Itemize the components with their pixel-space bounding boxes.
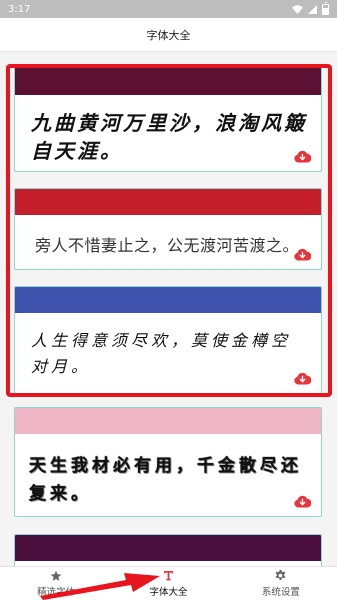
font-card[interactable] (14, 534, 322, 566)
tab-featured-fonts[interactable]: 精选字体 (0, 567, 112, 600)
tab-system-settings[interactable]: 系统设置 (225, 567, 337, 600)
tab-all-fonts[interactable]: 字体大全 (112, 567, 224, 600)
font-preview-text: 天生我材必有用，千金散尽还复来。 (29, 456, 302, 504)
bottom-tab-bar: 精选字体 字体大全 系统设置 (0, 566, 337, 600)
battery-icon (322, 1, 329, 15)
font-card[interactable]: 天生我材必有用，千金散尽还复来。 (14, 407, 322, 517)
page-title: 字体大全 (146, 28, 191, 42)
highlight-annotation-box (6, 64, 332, 397)
app-header: 字体大全 (0, 18, 337, 52)
star-icon (50, 569, 62, 582)
cloud-download-icon[interactable] (294, 495, 311, 508)
tab-label: 系统设置 (261, 587, 300, 598)
status-time: 3:17 (8, 3, 31, 15)
status-bar: 3:17 (0, 0, 337, 18)
card-color-bar (15, 408, 321, 434)
status-icons (292, 1, 329, 15)
gear-icon (274, 569, 287, 582)
tab-label: 字体大全 (149, 587, 188, 598)
tab-label: 精选字体 (37, 587, 76, 598)
font-t-icon (163, 569, 174, 582)
card-color-bar (15, 535, 321, 561)
signal-icon (308, 4, 317, 14)
wifi-icon (292, 4, 303, 14)
